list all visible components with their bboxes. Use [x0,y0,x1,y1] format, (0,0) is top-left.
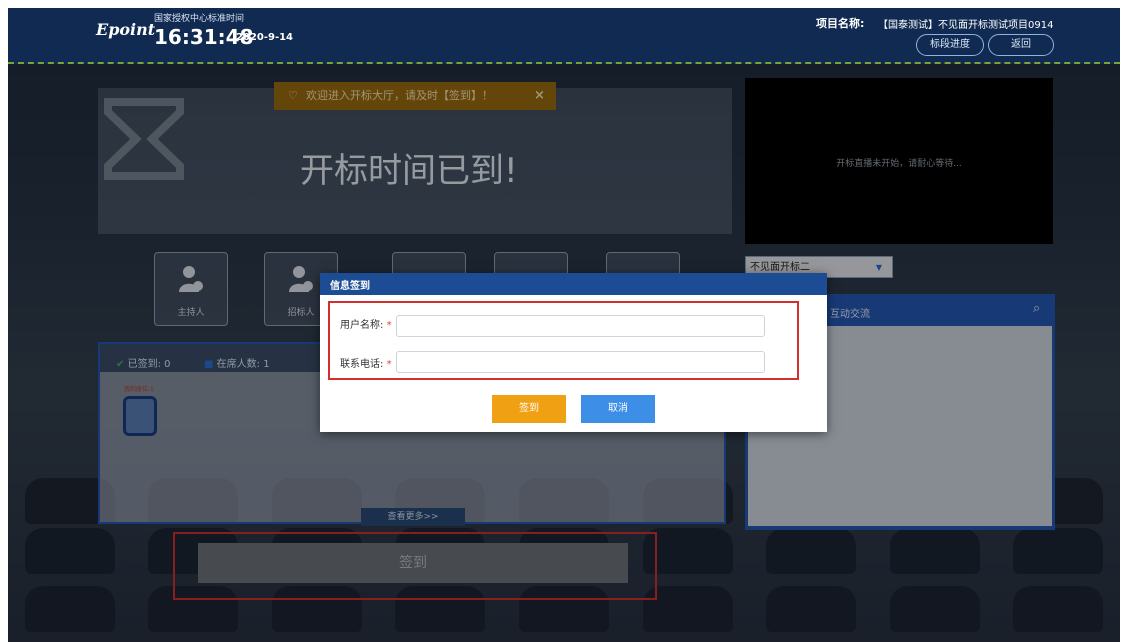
confirm-sign-in-button[interactable]: 签到 [492,395,566,423]
epoint-logo: Epoint [96,20,156,39]
project-label: 项目名称: [816,17,865,30]
dialog-header: 信息签到 [320,273,827,295]
back-button[interactable]: 返回 [988,34,1054,56]
app-frame: Epoint 国家授权中心标准时间 16:31:48 2020-9-14 项目名… [8,8,1120,642]
highlight-box-fields [328,301,799,380]
project-name: 【国泰测试】不见面开标测试项目0914 [878,20,1054,31]
dialog-title: 信息签到 [330,281,370,292]
clock-date: 2020-9-14 [236,32,294,43]
progress-button[interactable]: 标段进度 [916,34,984,56]
time-label: 国家授权中心标准时间 [154,14,245,24]
cancel-button[interactable]: 取消 [581,395,655,423]
top-header: Epoint 国家授权中心标准时间 16:31:48 2020-9-14 项目名… [8,8,1120,64]
